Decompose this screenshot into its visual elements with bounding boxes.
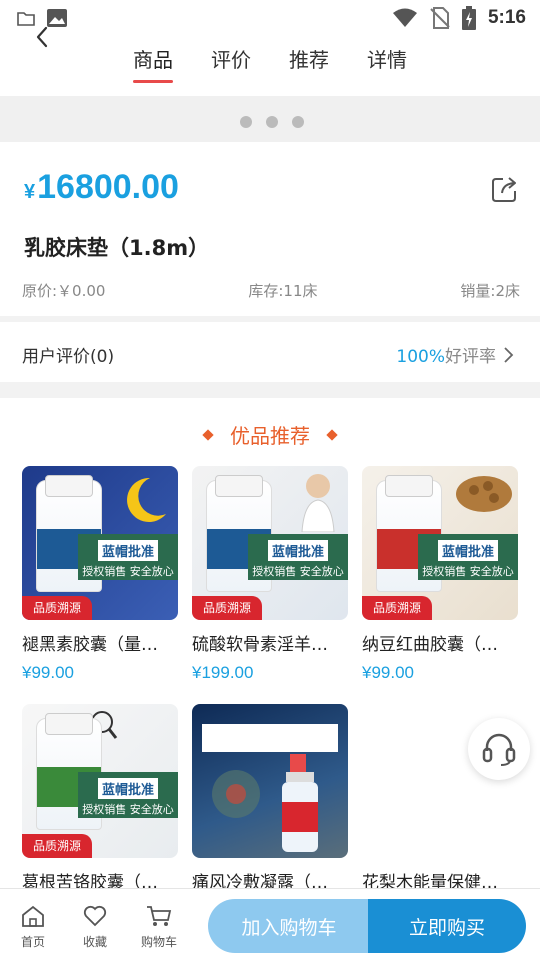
customer-service-button[interactable]	[468, 718, 530, 780]
product-image: 蓝帽批准 授权销售 安全放心 品质溯源	[362, 466, 518, 620]
home-label: 首页	[20, 935, 45, 949]
product-name: 褪黑素胶囊（量…	[22, 635, 158, 655]
heart-icon	[83, 905, 107, 927]
status-time: 5:16	[487, 7, 526, 28]
elderly-person-image	[301, 474, 335, 532]
recommend-section: 优品推荐 蓝帽批准 授权销售 安全放心 品质溯源 褪黑素胶囊（量… ¥99.00 …	[0, 398, 540, 893]
headset-icon	[482, 733, 516, 766]
carousel-dots	[240, 116, 304, 128]
carousel-dot[interactable]	[266, 116, 278, 128]
product-card[interactable]: 蓝帽批准 授权销售 安全放心 品质溯源 褪黑素胶囊（量… ¥99.00	[22, 466, 178, 683]
product-card[interactable]: 蓝帽批准 授权销售 安全放心 品质溯源 硫酸软骨素淫羊… ¥199.00	[192, 466, 348, 683]
product-image: 蓝帽批准 授权销售 安全放心 品质溯源	[192, 466, 348, 620]
recommend-title-text: 优品推荐	[230, 424, 310, 448]
buy-now-button[interactable]: 立即购买	[368, 899, 526, 953]
price-value: 16800.00	[37, 168, 179, 206]
carousel-dot[interactable]	[240, 116, 252, 128]
product-price: ¥99.00	[362, 663, 414, 682]
tab-recommend[interactable]: 推荐	[289, 44, 329, 83]
quality-badge: 品质溯源	[192, 596, 262, 620]
product-meta: 原价:￥0.00 库存:11床 销量:2床	[22, 280, 520, 301]
product-title: 乳胶床垫（1.8m）	[24, 236, 210, 260]
natto-beans-image	[456, 476, 512, 512]
product-card[interactable]: 蓝帽批准 授权销售 安全放心 品质溯源 纳豆红曲胶囊（… ¥99.00	[362, 466, 518, 683]
product-name: 纳豆红曲胶囊（…	[362, 635, 498, 655]
blue-cap-banner: 蓝帽批准 授权销售 安全放心	[78, 772, 178, 818]
anatomy-image	[212, 770, 260, 818]
product-image: 蓝帽批准 授权销售 安全放心 品质溯源	[22, 704, 178, 858]
review-label: 用户评价(0)	[22, 347, 115, 367]
tab-product[interactable]: 商品	[133, 44, 173, 83]
image-carousel[interactable]	[0, 96, 540, 142]
cart-icon	[147, 906, 172, 926]
wifi-icon	[392, 8, 417, 27]
diamond-icon	[202, 428, 214, 441]
product-name: 硫酸软骨素淫羊…	[192, 635, 328, 655]
bottom-action-bar: 首页 收藏 购物车 加入购物车 立即购买	[0, 888, 540, 960]
carousel-dot[interactable]	[292, 116, 304, 128]
rate-value: 100%	[396, 347, 445, 367]
product-price: ¥199.00	[192, 663, 254, 682]
share-icon[interactable]	[490, 174, 520, 204]
product-price: ¥16800.00	[24, 168, 179, 207]
tab-details[interactable]: 详情	[367, 44, 407, 83]
blue-cap-banner: 蓝帽批准 授权销售 安全放心	[418, 534, 518, 580]
chevron-right-icon	[504, 346, 514, 363]
medical-grade-banner	[202, 724, 338, 752]
review-row[interactable]: 用户评价(0) 100%好评率	[0, 322, 540, 382]
product-image	[192, 704, 348, 858]
favorite-label: 收藏	[82, 935, 107, 949]
favorite-button[interactable]: 收藏	[70, 903, 120, 950]
quality-badge: 品质溯源	[362, 596, 432, 620]
currency-symbol: ¥	[24, 181, 36, 203]
product-header: 商品 评价 推荐 详情	[0, 26, 540, 96]
product-card[interactable]: 蓝帽批准 授权销售 安全放心 品质溯源 葛根苦铬胶囊（…	[22, 704, 178, 893]
sales-count: 销量:2床	[460, 282, 520, 300]
spray-bottle-image	[282, 754, 318, 852]
stock-count: 库存:11床	[248, 282, 318, 300]
no-sim-icon	[430, 7, 450, 29]
tab-reviews[interactable]: 评价	[211, 44, 251, 83]
positive-rate: 100%好评率	[396, 342, 514, 367]
blue-cap-banner: 蓝帽批准 授权销售 安全放心	[78, 534, 178, 580]
moon-icon	[127, 477, 166, 522]
diamond-icon	[326, 428, 338, 441]
tab-bar: 商品 评价 推荐 详情	[0, 44, 540, 83]
cart-button[interactable]: 购物车	[134, 903, 184, 950]
product-card[interactable]: 痛风冷敷凝露（…	[192, 704, 348, 893]
rate-label: 好评率	[445, 347, 496, 367]
quality-badge: 品质溯源	[22, 834, 92, 858]
original-price: 原价:￥0.00	[22, 282, 106, 300]
cart-label: 购物车	[140, 935, 177, 949]
battery-icon	[461, 6, 476, 30]
home-button[interactable]: 首页	[8, 903, 58, 950]
home-icon	[22, 905, 44, 927]
product-price: ¥99.00	[22, 663, 74, 682]
add-to-cart-button[interactable]: 加入购物车	[208, 899, 370, 953]
price-section: ¥16800.00 乳胶床垫（1.8m） 原价:￥0.00 库存:11床 销量:…	[0, 142, 540, 316]
product-image: 蓝帽批准 授权销售 安全放心 品质溯源	[22, 466, 178, 620]
status-bar: 5:16	[0, 0, 540, 36]
recommend-title: 优品推荐	[0, 420, 540, 449]
blue-cap-banner: 蓝帽批准 授权销售 安全放心	[248, 534, 348, 580]
quality-badge: 品质溯源	[22, 596, 92, 620]
